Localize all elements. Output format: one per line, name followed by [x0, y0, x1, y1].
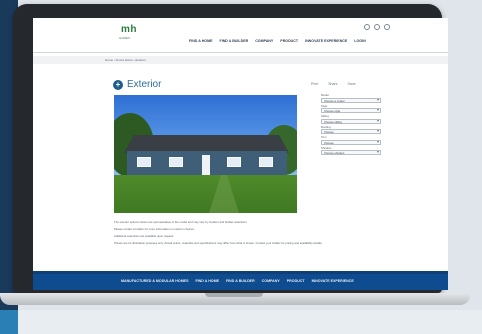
footer-nav-item[interactable]: COMPANY — [262, 279, 280, 283]
page-tools: Print Share Save — [311, 82, 356, 86]
roofing-select[interactable]: Choose — [321, 129, 381, 134]
site-footer: MANUFACTURED & MODULAR HOMES FIND A HOME… — [33, 274, 448, 290]
header-divider — [33, 52, 448, 53]
description-paragraph: The exterior options shown are represent… — [114, 220, 248, 224]
filter-field: Shutters Choose shutters — [321, 146, 381, 155]
footer-nav-item[interactable]: FIND A HOME — [195, 279, 219, 283]
main-nav: FIND A HOME FIND A BUILDER COMPANY PRODU… — [189, 39, 366, 43]
window-shape — [137, 157, 151, 167]
window-shape — [227, 157, 241, 167]
trim-select[interactable]: Choose — [321, 139, 381, 145]
description-paragraph: Photos are for illustration purposes onl… — [114, 241, 323, 245]
plus-circle-icon[interactable]: + — [113, 79, 123, 90]
site-header: mh HOMES FIND A HOME FIND A BUILDER COMP… — [33, 18, 448, 48]
site-logo[interactable]: mh — [121, 24, 137, 35]
siding-select[interactable]: Choose siding — [321, 118, 381, 124]
footer-nav-item[interactable]: PRODUCT — [287, 279, 305, 283]
footer-nav-item[interactable]: INNOVATE EXPERIENCE — [312, 279, 354, 283]
print-button[interactable]: Print — [311, 82, 318, 86]
facebook-icon[interactable] — [364, 24, 370, 30]
description-text: The exterior options shown are represent… — [114, 220, 379, 248]
house-facade — [127, 151, 287, 177]
exterior-photo — [114, 95, 297, 213]
laptop-screen: mh HOMES FIND A HOME FIND A BUILDER COMP… — [33, 18, 448, 290]
nav-item[interactable]: INNOVATE EXPERIENCE — [305, 39, 347, 43]
laptop-notch — [205, 293, 263, 297]
laptop-lid: mh HOMES FIND A HOME FIND A BUILDER COMP… — [13, 4, 448, 293]
filter-field: Roofing Choose — [321, 125, 381, 134]
breadcrumb[interactable]: Home › Find a Home › Exterior — [105, 58, 146, 62]
window-shape — [259, 157, 273, 167]
model-select[interactable]: Choose a model — [321, 97, 381, 103]
door-shape — [202, 155, 210, 177]
style-select[interactable]: Choose style — [321, 108, 381, 113]
shutters-select[interactable]: Choose shutters — [321, 150, 381, 155]
background-strip — [0, 310, 482, 334]
breadcrumb-bar — [33, 56, 448, 64]
save-button[interactable]: Save — [348, 82, 356, 86]
description-paragraph: Additional selections are available upon… — [114, 234, 175, 238]
share-button[interactable]: Share — [328, 82, 337, 86]
filter-field: Trim Choose — [321, 135, 381, 145]
nav-item[interactable]: PRODUCT — [280, 39, 298, 43]
filter-field: Style Choose style — [321, 104, 381, 113]
footer-nav-item[interactable]: FIND A BUILDER — [226, 279, 255, 283]
description-paragraph: Please contact a builder for more inform… — [114, 227, 195, 231]
footer-nav: MANUFACTURED & MODULAR HOMES FIND A HOME… — [121, 279, 354, 283]
page-title: Exterior — [127, 79, 162, 90]
filter-field: Model Choose a model — [321, 93, 381, 103]
filter-field: Siding Choose siding — [321, 114, 381, 124]
options-sidebar: Model Choose a model Style Choose style … — [321, 93, 381, 157]
window-shape — [169, 157, 183, 167]
nav-item[interactable]: FIND A BUILDER — [220, 39, 249, 43]
twitter-icon[interactable] — [374, 24, 380, 30]
footer-nav-item[interactable]: MANUFACTURED & MODULAR HOMES — [121, 279, 188, 283]
page-title-row: + Exterior — [113, 79, 161, 90]
nav-item[interactable]: COMPANY — [255, 39, 273, 43]
logo-subtitle: HOMES — [119, 36, 131, 40]
social-icons — [364, 24, 390, 30]
lawn — [114, 175, 297, 213]
youtube-icon[interactable] — [384, 24, 390, 30]
nav-item[interactable]: FIND A HOME — [189, 39, 213, 43]
nav-item-login[interactable]: LOGIN — [354, 39, 365, 43]
